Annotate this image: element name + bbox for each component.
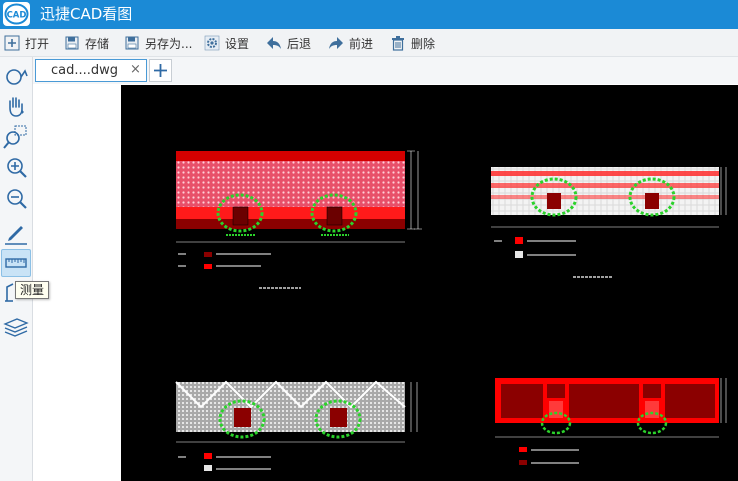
layers-button[interactable] [1, 313, 31, 341]
cad-canvas[interactable] [121, 85, 738, 481]
draw-pen-icon [5, 226, 27, 245]
measure-button[interactable] [1, 249, 31, 277]
measure-tooltip: 测量 [15, 281, 50, 299]
settings-label: 设置 [225, 36, 250, 51]
panel-bottom-left [175, 380, 418, 471]
close-tab-icon[interactable]: × [130, 62, 141, 77]
zoom-in-button[interactable] [1, 154, 31, 182]
back-arrow-icon [267, 37, 281, 49]
forward-arrow-icon [329, 37, 343, 49]
document-tabstrip: cad....dwg × [33, 57, 738, 84]
back-label: 后退 [287, 36, 312, 51]
measure-ruler-icon [5, 258, 27, 268]
trash-icon [392, 36, 404, 51]
pan-hand-icon [9, 97, 24, 117]
forward-label: 前进 [349, 36, 374, 51]
save-as-icon [125, 36, 139, 50]
open-button[interactable]: 打开 [4, 32, 49, 54]
delete-button[interactable]: 删除 [390, 32, 435, 54]
cad-logo-icon: CAD [4, 3, 29, 25]
new-tab-button[interactable] [149, 59, 172, 82]
app-logo: CAD [3, 2, 30, 26]
save-as-label: 另存为... [145, 36, 193, 51]
save-button[interactable]: 存储 [64, 32, 109, 54]
document-tab[interactable]: cad....dwg × [35, 59, 147, 82]
rotate-view-button[interactable] [1, 62, 31, 90]
delete-label: 删除 [411, 36, 436, 51]
forward-button[interactable]: 前进 [328, 32, 373, 54]
app-title: 迅捷CAD看图 [40, 5, 133, 23]
cad-drawing [175, 150, 727, 471]
panel-bottom-right [495, 378, 727, 465]
title-bar: CAD 迅捷CAD看图 [0, 0, 738, 29]
zoom-out-button[interactable] [1, 185, 31, 213]
settings-button[interactable]: 设置 [204, 32, 249, 54]
document-tab-label: cad....dwg [51, 63, 119, 78]
zoom-in-icon [7, 158, 27, 178]
gear-icon [204, 35, 220, 51]
layers-icon [3, 318, 29, 337]
save-label: 存储 [85, 36, 110, 51]
open-label: 打开 [25, 36, 50, 51]
zoom-window-icon [3, 125, 27, 149]
app-logo-text: CAD [7, 11, 27, 21]
save-as-button[interactable]: 另存为... [124, 32, 192, 54]
main-toolbar: 打开 存储 另存为... 设置 后退 前进 删除 [0, 29, 738, 57]
rotate-view-icon [6, 69, 28, 85]
pan-button[interactable] [1, 92, 31, 120]
zoom-window-button[interactable] [1, 123, 31, 151]
panel-top-left [176, 150, 422, 289]
back-button[interactable]: 后退 [266, 32, 311, 54]
plus-icon [4, 35, 20, 51]
panel-top-right [491, 167, 727, 278]
zoom-out-icon [7, 189, 27, 209]
save-disk-icon [65, 36, 79, 50]
tool-rail [0, 57, 33, 481]
plus-icon [154, 64, 167, 77]
draw-pen-button[interactable] [1, 219, 31, 247]
